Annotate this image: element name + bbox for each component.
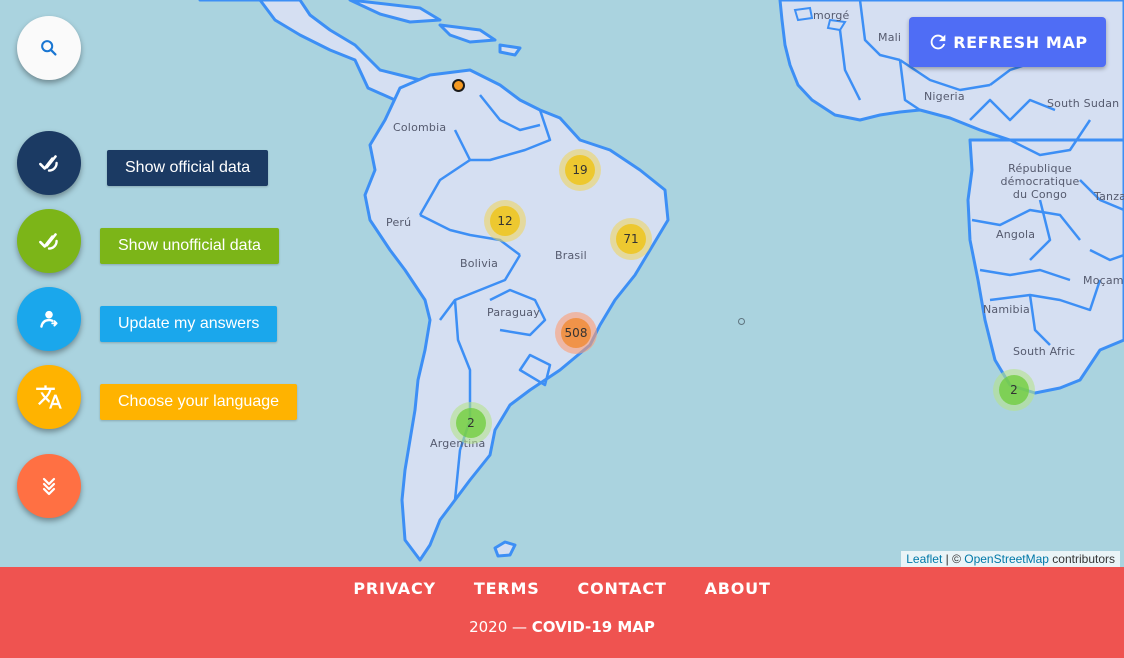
footer-link-terms[interactable]: TERMS xyxy=(474,579,540,598)
place-label-angola: Angola xyxy=(996,228,1036,241)
footer-link-contact[interactable]: CONTACT xyxy=(578,579,667,598)
map-base xyxy=(198,0,1124,562)
place-label-colombia: Colombia xyxy=(393,121,447,134)
footer-brand: COVID-19 MAP xyxy=(531,618,655,636)
translate-icon xyxy=(36,385,62,409)
cluster-count: 2 xyxy=(999,375,1029,405)
check-icon xyxy=(39,155,58,172)
place-label-nigeria: Nigeria xyxy=(924,90,965,103)
map[interactable]: morgé Mali Nigeria South Sudan Colombia … xyxy=(0,0,1124,567)
footer-link-about[interactable]: ABOUT xyxy=(705,579,771,598)
place-label-drc: République démocratique du Congo xyxy=(1000,162,1080,201)
place-label-bolivia: Bolivia xyxy=(460,257,499,270)
show-unofficial-data-button[interactable] xyxy=(17,209,81,273)
cluster-count: 2 xyxy=(456,408,486,438)
footer-copyright: 2020 — COVID-19 MAP xyxy=(0,618,1124,636)
cluster-count: 12 xyxy=(490,206,520,236)
cluster-marker-brazil-se[interactable]: 508 xyxy=(555,312,597,354)
refresh-icon xyxy=(930,34,946,50)
location-marker[interactable] xyxy=(452,79,465,92)
cluster-marker-argentina[interactable]: 2 xyxy=(450,402,492,444)
refresh-map-label: REFRESH MAP xyxy=(953,32,1088,52)
search-icon xyxy=(41,40,57,56)
cluster-count: 19 xyxy=(565,155,595,185)
place-label-namibia: Namibia xyxy=(983,303,1030,316)
check-icon xyxy=(39,233,58,250)
choose-language-button[interactable] xyxy=(17,365,81,429)
search-button[interactable] xyxy=(17,16,81,80)
cluster-marker-brazil-w[interactable]: 12 xyxy=(484,200,526,242)
refresh-map-button[interactable]: REFRESH MAP xyxy=(909,17,1106,67)
osm-link[interactable]: OpenStreetMap xyxy=(964,552,1049,566)
user-update-icon xyxy=(40,310,58,328)
leaflet-link[interactable]: Leaflet xyxy=(906,552,942,566)
double-chevron-down-icon xyxy=(42,477,56,496)
show-unofficial-data-label[interactable]: Show unofficial data xyxy=(100,228,279,264)
cluster-marker-brazil-e[interactable]: 71 xyxy=(610,218,652,260)
place-label-morge: morgé xyxy=(813,9,850,22)
choose-language-label[interactable]: Choose your language xyxy=(100,384,298,420)
place-label-peru: Perú xyxy=(386,216,412,229)
place-label-mali: Mali xyxy=(878,31,902,44)
cluster-count: 71 xyxy=(616,224,646,254)
footer-nav: PRIVACY TERMS CONTACT ABOUT xyxy=(0,579,1124,598)
footer-year: 2020 — xyxy=(469,618,532,636)
footer: PRIVACY TERMS CONTACT ABOUT 2020 — COVID… xyxy=(0,567,1124,658)
place-label-tanzania: Tanza xyxy=(1094,190,1124,203)
cluster-marker-south-africa[interactable]: 2 xyxy=(993,369,1035,411)
update-my-answers-button[interactable] xyxy=(17,287,81,351)
collapse-menu-button[interactable] xyxy=(17,454,81,518)
show-official-data-label[interactable]: Show official data xyxy=(107,150,269,186)
show-official-data-button[interactable] xyxy=(17,131,81,195)
footer-link-privacy[interactable]: PRIVACY xyxy=(353,579,436,598)
place-label-south-africa: South Afric xyxy=(1013,345,1076,358)
update-my-answers-label[interactable]: Update my answers xyxy=(100,306,278,342)
place-label-paraguay: Paraguay xyxy=(487,306,540,319)
cluster-marker-brazil-ne[interactable]: 19 xyxy=(559,149,601,191)
cluster-count: 508 xyxy=(561,318,591,348)
place-label-south-sudan: South Sudan xyxy=(1047,97,1120,110)
place-label-mocambique: Moçam xyxy=(1083,274,1124,287)
map-attribution: Leaflet | © OpenStreetMap contributors xyxy=(901,551,1120,567)
attribution-suffix: contributors xyxy=(1048,552,1115,566)
place-label-brasil: Brasil xyxy=(555,249,587,262)
map-point-marker xyxy=(738,318,745,325)
attribution-separator: | © xyxy=(942,552,965,566)
